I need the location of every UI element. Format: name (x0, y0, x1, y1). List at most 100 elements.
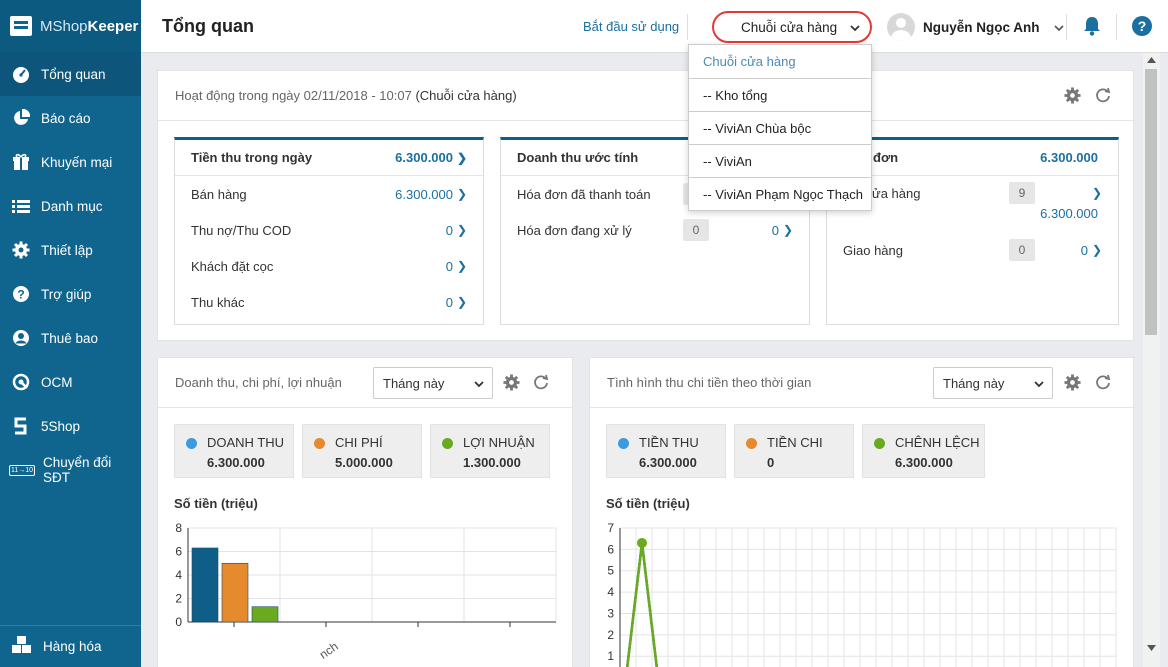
period-select[interactable]: Tháng này (373, 367, 493, 399)
get-started-link[interactable]: Bắt đầu sử dụng (583, 19, 679, 34)
sidebar-item-settings[interactable]: Thiết lập (0, 228, 141, 272)
page-scrollbar[interactable] (1143, 53, 1160, 667)
sidebar-item-label: Hàng hóa (43, 639, 102, 654)
sidebar-item-reports[interactable]: Báo cáo (0, 96, 141, 140)
sidebar-item-label: Trợ giúp (41, 286, 92, 302)
chevron-down-icon (474, 376, 484, 391)
bell-icon[interactable] (1083, 16, 1101, 39)
avatar (887, 13, 915, 41)
scroll-down-icon[interactable] (1147, 645, 1156, 651)
period-select[interactable]: Tháng này (933, 367, 1053, 399)
logo-icon (10, 16, 32, 36)
sidebar-item-help[interactable]: ? Trợ giúp (0, 272, 141, 316)
stat-label: LỢI NHUẬN (463, 435, 535, 450)
sidebar-item-label: Thuê bao (41, 330, 99, 346)
y-tick-label: 4 (175, 568, 182, 582)
y-tick-label: 5 (607, 564, 614, 578)
dropdown-option[interactable]: -- Kho tổng (689, 78, 871, 111)
chevron-right-icon: ❯ (456, 295, 467, 309)
phone-convert-icon: 11→10 (8, 461, 36, 479)
row-label: Khách đặt cọc (191, 258, 274, 274)
svg-text:?: ? (17, 288, 24, 302)
dropdown-option[interactable]: -- ViviAn Chùa bộc (689, 111, 871, 144)
sidebar-item-catalog[interactable]: Danh mục (0, 184, 141, 228)
card-header[interactable]: Tiền thu trong ngày 6.300.000 ❯ (175, 140, 483, 176)
gear-icon[interactable] (1064, 87, 1081, 107)
bar-chi-phí (221, 562, 249, 623)
divider (687, 14, 688, 40)
page-title: Tổng quan (162, 15, 254, 36)
card-row[interactable]: Hóa đơn đang xử lý 0 0 ❯ (501, 212, 809, 248)
refresh-icon[interactable] (533, 374, 549, 394)
sidebar-item-promotions[interactable]: Khuyến mại (0, 140, 141, 184)
scroll-up-icon[interactable] (1147, 57, 1156, 63)
count-badge: 9 (1009, 182, 1035, 204)
card-row[interactable]: Thu khác 0 ❯ (175, 284, 483, 320)
panel-title: Tình hình thu chi tiền theo thời gian (607, 375, 812, 390)
help-icon[interactable]: ? (1132, 16, 1152, 36)
store-select[interactable]: Chuỗi cửa hàng (712, 11, 872, 43)
series-line-tiền-thu (626, 542, 658, 667)
activity-panel: Hoạt động trong ngày 02/11/2018 - 10:07 … (157, 70, 1134, 341)
legend-dot (618, 438, 629, 449)
chevron-right-icon: ❯ (782, 223, 793, 237)
scroll-thumb[interactable] (1145, 69, 1157, 335)
card-title: Tiền thu trong ngày (191, 150, 313, 165)
row-label: Thu nợ/Thu COD (191, 222, 292, 238)
refresh-icon[interactable] (1095, 374, 1111, 394)
card-title-value: 6.300.000 (395, 150, 453, 165)
count-badge: 0 (1009, 239, 1035, 261)
sidebar-item-ocm[interactable]: OCM (0, 360, 141, 404)
cashflow-panel: Tình hình thu chi tiền theo thời gian Th… (589, 357, 1134, 667)
row-label: Giao hàng (843, 242, 903, 258)
axis-title: Số tiền (triệu) (174, 496, 258, 511)
gear-icon[interactable] (1064, 374, 1081, 394)
chevron-right-icon: ❯ (1091, 243, 1102, 257)
chevron-right-icon: ❯ (456, 150, 467, 165)
stat-value: 6.300.000 (639, 455, 697, 470)
sidebar-item-label: Danh mục (41, 198, 103, 214)
user-menu[interactable]: Nguyễn Ngọc Anh (887, 13, 1064, 41)
gear-icon[interactable] (503, 374, 520, 394)
sidebar-item-subscription[interactable]: Thuê bao (0, 316, 141, 360)
legend-dot (186, 438, 197, 449)
revenue-panel-header: Doanh thu, chi phí, lợi nhuận Tháng này (158, 358, 572, 408)
panel-title: Doanh thu, chi phí, lợi nhuận (175, 375, 342, 390)
card-row[interactable]: Thu nợ/Thu COD 0 ❯ (175, 212, 483, 248)
stat-outgoing: TIỀN CHI 0 (734, 424, 854, 478)
legend-dot (874, 438, 885, 449)
row-value: 6.300.000 (1040, 206, 1098, 221)
activity-header-text: Hoạt động trong ngày 02/11/2018 - 10:07 (175, 88, 412, 103)
axis-title: Số tiền (triệu) (606, 496, 690, 511)
sidebar-item-dashboard[interactable]: Tổng quan (0, 52, 141, 96)
question-icon: ? (12, 285, 30, 303)
sidebar-item-label: Tổng quan (41, 66, 106, 82)
bar-doanh-thu (191, 547, 219, 623)
card-row[interactable]: Bán hàng 6.300.000 ❯ (175, 176, 483, 212)
y-tick-label: 3 (607, 606, 614, 620)
row-value: 0 (445, 258, 453, 274)
card-row[interactable]: Khách đặt cọc 0 ❯ (175, 248, 483, 284)
sidebar-item-label: Chuyển đổi SĐT (43, 455, 112, 485)
dropdown-option[interactable]: Chuỗi cửa hàng (689, 45, 871, 78)
card-row[interactable]: Giao hàng 0 0 ❯ (827, 232, 1118, 268)
dropdown-option[interactable]: -- ViviAn (689, 144, 871, 177)
logo-text: MShop (40, 17, 88, 35)
y-tick-label: 6 (607, 542, 614, 556)
pie-chart-icon (12, 109, 30, 127)
stat-value: 6.300.000 (895, 455, 953, 470)
sidebar-item-phone-convert[interactable]: 11→10 Chuyển đổi SĐT (0, 448, 141, 492)
sidebar-item-5shop[interactable]: 5Shop (0, 404, 141, 448)
divider (1066, 14, 1067, 40)
sidebar-item-products[interactable]: Hàng hóa (0, 625, 141, 667)
user-icon (12, 329, 30, 347)
list-icon (12, 197, 30, 215)
y-tick-label: 0 (175, 615, 182, 629)
cashflow-panel-header: Tình hình thu chi tiền theo thời gian Th… (590, 358, 1133, 408)
bar-lợi-nhuận (251, 606, 279, 623)
sidebar-item-label: Báo cáo (41, 110, 91, 126)
row-label: Bán hàng (191, 186, 247, 202)
refresh-icon[interactable] (1095, 87, 1111, 107)
app-logo[interactable]: MShopKeeper (0, 0, 141, 52)
dropdown-option[interactable]: -- ViviAn Phạm Ngọc Thạch (689, 177, 871, 210)
